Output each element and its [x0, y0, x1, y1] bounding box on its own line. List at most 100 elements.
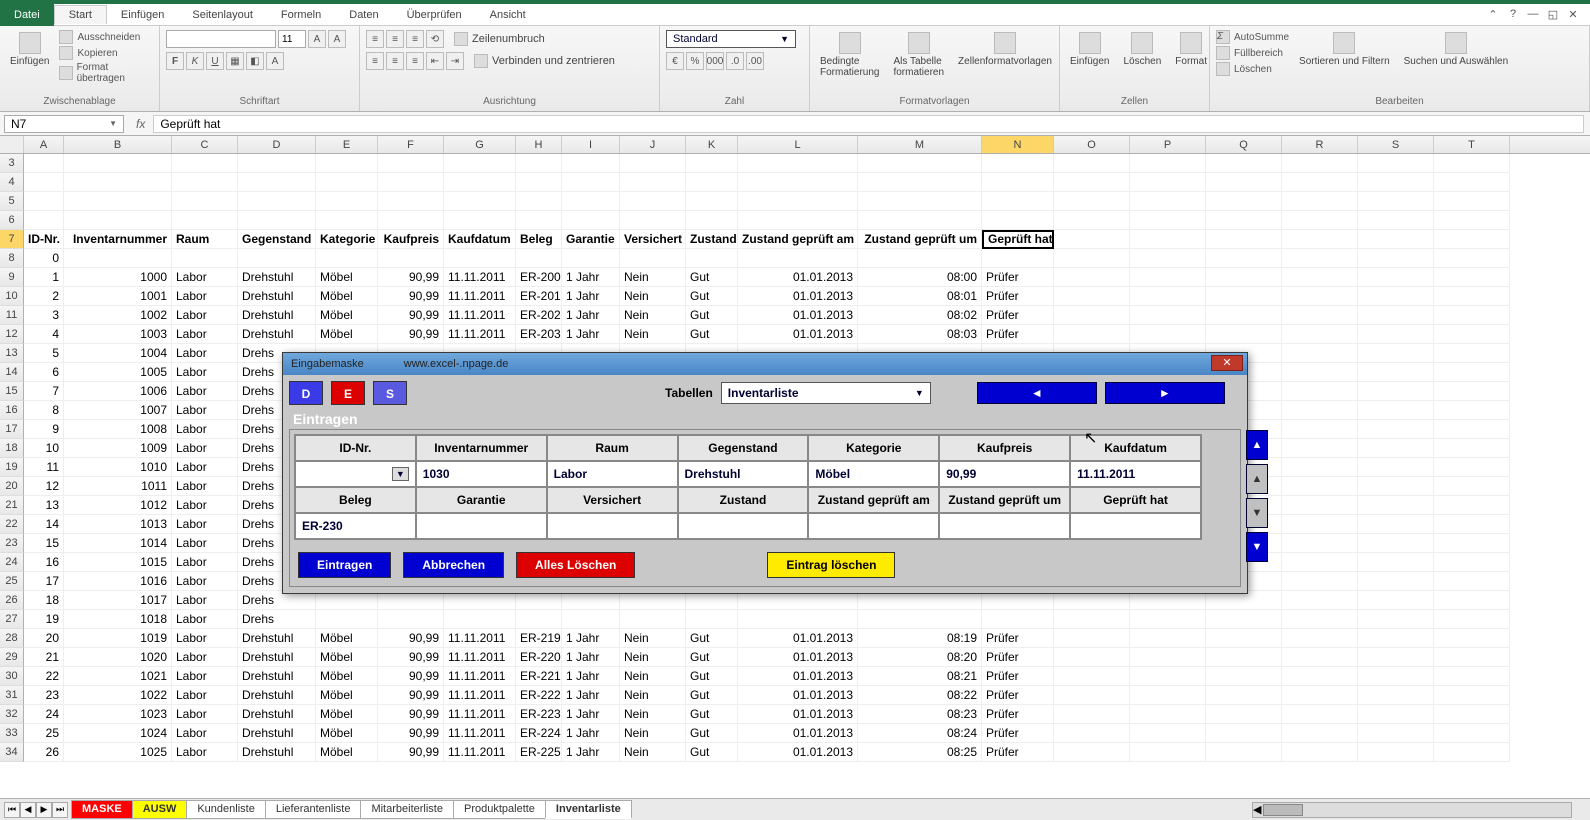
cell[interactable] [1358, 572, 1434, 591]
cell[interactable]: Labor [172, 420, 238, 439]
cell[interactable] [562, 154, 620, 173]
cell[interactable]: Labor [172, 610, 238, 629]
row-header[interactable]: 28 [0, 629, 24, 648]
cell[interactable]: 6 [24, 363, 64, 382]
cell[interactable] [1358, 306, 1434, 325]
tab-layout[interactable]: Seitenlayout [178, 6, 267, 24]
form-input-kat[interactable]: Möbel [808, 461, 939, 487]
cell[interactable] [316, 192, 378, 211]
cell[interactable] [562, 249, 620, 268]
indent-inc-button[interactable]: ⇥ [446, 52, 464, 70]
cell[interactable]: Drehstuhl [238, 306, 316, 325]
cell[interactable] [1434, 173, 1510, 192]
cell[interactable] [1282, 306, 1358, 325]
cell[interactable]: 11.11.2011 [444, 667, 516, 686]
sheet-tab-kundenliste[interactable]: Kundenliste [186, 800, 266, 819]
row-header[interactable]: 25 [0, 572, 24, 591]
cell[interactable] [172, 249, 238, 268]
cell[interactable]: ER-203 [516, 325, 562, 344]
cell[interactable]: 08:00 [858, 268, 982, 287]
mode-d-button[interactable]: D [289, 381, 323, 405]
align-center-button[interactable]: ≡ [386, 52, 404, 70]
cell[interactable]: ER-219 [516, 629, 562, 648]
row-header[interactable]: 23 [0, 534, 24, 553]
cell[interactable] [1358, 420, 1434, 439]
cell[interactable]: ER-222 [516, 686, 562, 705]
format-painter-button[interactable]: Format übertragen [59, 62, 153, 84]
cell[interactable]: 1 Jahr [562, 724, 620, 743]
cell[interactable]: 1013 [64, 515, 172, 534]
cell[interactable] [1358, 154, 1434, 173]
cell[interactable] [738, 192, 858, 211]
cell[interactable] [1282, 648, 1358, 667]
cell[interactable]: 1018 [64, 610, 172, 629]
cell[interactable]: 22 [24, 667, 64, 686]
cell[interactable]: 10 [24, 439, 64, 458]
cell[interactable] [172, 173, 238, 192]
cell[interactable] [1434, 249, 1510, 268]
cell[interactable]: 12 [24, 477, 64, 496]
cell[interactable] [1206, 610, 1282, 629]
row-header[interactable]: 11 [0, 306, 24, 325]
cell[interactable] [1434, 401, 1510, 420]
cell[interactable]: 1009 [64, 439, 172, 458]
cell[interactable]: Gut [686, 743, 738, 762]
cell[interactable] [1206, 686, 1282, 705]
cell[interactable]: Drehstuhl [238, 268, 316, 287]
cell[interactable] [24, 154, 64, 173]
cell[interactable] [1054, 724, 1130, 743]
cell[interactable] [1206, 629, 1282, 648]
form-input-vers[interactable] [547, 513, 678, 539]
cell[interactable] [1434, 572, 1510, 591]
cell[interactable] [620, 173, 686, 192]
cell[interactable]: Möbel [316, 667, 378, 686]
align-right-button[interactable]: ≡ [406, 52, 424, 70]
cell[interactable]: ER-223 [516, 705, 562, 724]
cell[interactable] [1054, 230, 1130, 249]
cell[interactable]: Zustand geprüft am [738, 230, 858, 249]
column-header-D[interactable]: D [238, 136, 316, 153]
cell[interactable] [64, 173, 172, 192]
row-header[interactable]: 14 [0, 363, 24, 382]
cell[interactable]: 7 [24, 382, 64, 401]
cell[interactable] [1206, 667, 1282, 686]
row-header[interactable]: 32 [0, 705, 24, 724]
clear-button[interactable]: Löschen [1216, 62, 1289, 76]
cell[interactable] [562, 173, 620, 192]
cell[interactable]: 11.11.2011 [444, 648, 516, 667]
sheet-tab-inventarliste[interactable]: Inventarliste [545, 800, 632, 819]
cell[interactable]: ER-225 [516, 743, 562, 762]
help-icon[interactable]: ? [1506, 8, 1520, 21]
align-middle-button[interactable]: ≡ [386, 30, 404, 48]
cell[interactable]: 11.11.2011 [444, 268, 516, 287]
cell[interactable]: Labor [172, 686, 238, 705]
format-cells-button[interactable]: Format [1171, 30, 1211, 69]
cell[interactable] [1434, 743, 1510, 762]
cell[interactable] [1282, 382, 1358, 401]
cell[interactable] [316, 211, 378, 230]
cell[interactable]: Möbel [316, 705, 378, 724]
cell[interactable] [1434, 439, 1510, 458]
cell[interactable]: ER-224 [516, 724, 562, 743]
cell[interactable] [238, 211, 316, 230]
row-header[interactable]: 8 [0, 249, 24, 268]
column-header-O[interactable]: O [1054, 136, 1130, 153]
cell[interactable] [1130, 667, 1206, 686]
cell[interactable] [1282, 211, 1358, 230]
column-header-P[interactable]: P [1130, 136, 1206, 153]
cell[interactable]: Prüfer [982, 325, 1054, 344]
cell[interactable] [1282, 686, 1358, 705]
cell[interactable] [1054, 192, 1130, 211]
cell[interactable] [1358, 610, 1434, 629]
font-family-input[interactable] [166, 30, 276, 48]
cell[interactable] [1358, 477, 1434, 496]
cell[interactable]: 13 [24, 496, 64, 515]
cell[interactable]: 08:24 [858, 724, 982, 743]
cell[interactable] [1358, 686, 1434, 705]
column-header-M[interactable]: M [858, 136, 982, 153]
cell[interactable]: 01.01.2013 [738, 667, 858, 686]
cell[interactable]: 90,99 [378, 306, 444, 325]
cell[interactable] [1434, 515, 1510, 534]
cell[interactable]: Zustand geprüft um [858, 230, 982, 249]
indent-dec-button[interactable]: ⇤ [426, 52, 444, 70]
